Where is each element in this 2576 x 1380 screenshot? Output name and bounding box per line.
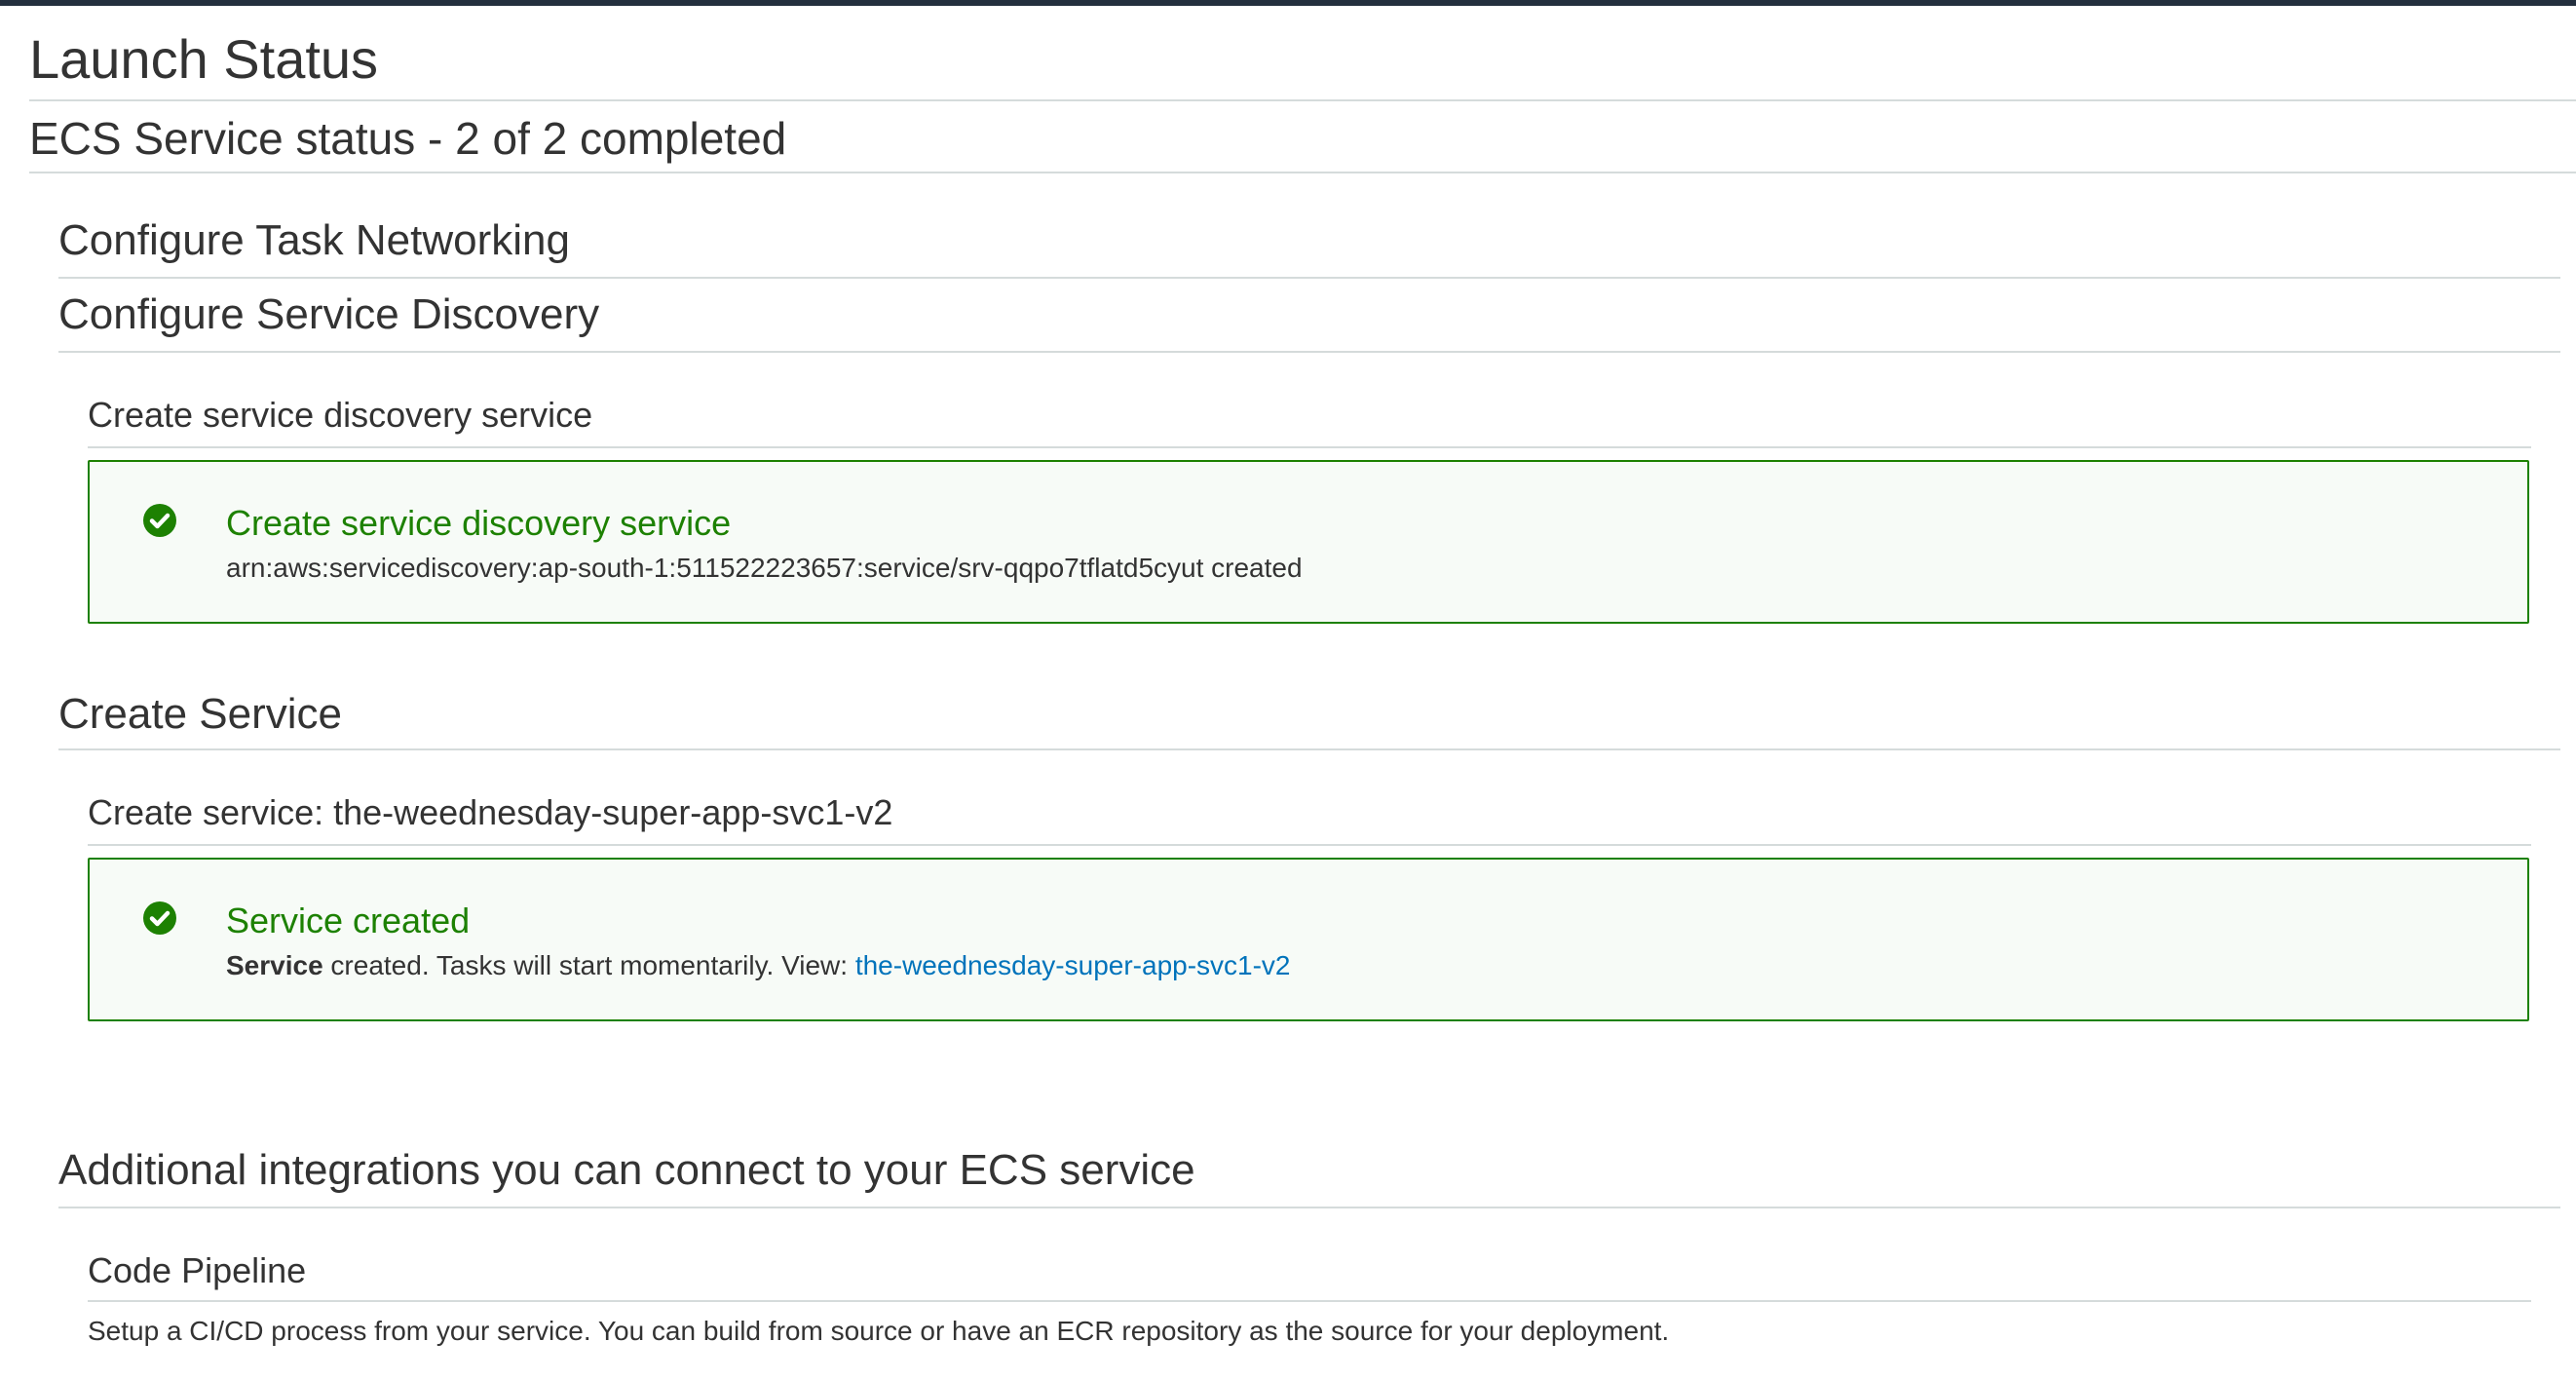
service-link[interactable]: the-weednesday-super-app-svc1-v2 bbox=[855, 950, 1291, 980]
alert-message-text: created. Tasks will start momentarily. V… bbox=[322, 950, 855, 980]
task-networking-divider bbox=[58, 277, 2560, 279]
code-pipeline-heading: Code Pipeline bbox=[88, 1250, 307, 1290]
create-service-heading: Create Service bbox=[58, 690, 343, 738]
service-status-heading: ECS Service status - 2 of 2 completed bbox=[29, 113, 787, 164]
page-title-divider bbox=[29, 99, 2576, 101]
service-discovery-step-divider bbox=[88, 446, 2531, 448]
status-divider bbox=[29, 172, 2576, 173]
service-created-success-alert: Service created Service created. Tasks w… bbox=[88, 858, 2529, 1021]
service-discovery-step-title: Create service discovery service bbox=[88, 395, 593, 435]
service-discovery-success-alert: Create service discovery service arn:aws… bbox=[88, 460, 2529, 624]
create-service-step-divider bbox=[88, 844, 2531, 846]
top-bar bbox=[0, 0, 2576, 6]
integrations-divider bbox=[58, 1207, 2560, 1208]
alert-message: Service created. Tasks will start moment… bbox=[226, 949, 1291, 982]
code-pipeline-divider bbox=[88, 1300, 2531, 1302]
check-circle-icon bbox=[143, 901, 176, 935]
alert-title: Create service discovery service bbox=[226, 503, 732, 543]
integrations-heading: Additional integrations you can connect … bbox=[58, 1146, 1195, 1194]
alert-title: Service created bbox=[226, 901, 471, 940]
service-discovery-divider bbox=[58, 351, 2560, 353]
service-discovery-heading: Configure Service Discovery bbox=[58, 290, 600, 338]
create-service-step-title: Create service: the-weednesday-super-app… bbox=[88, 792, 893, 832]
page-title: Launch Status bbox=[29, 28, 379, 90]
create-service-divider bbox=[58, 748, 2560, 750]
alert-message: arn:aws:servicediscovery:ap-south-1:5115… bbox=[226, 553, 1303, 583]
code-pipeline-description: Setup a CI/CD process from your service.… bbox=[88, 1316, 1670, 1346]
task-networking-heading: Configure Task Networking bbox=[58, 216, 570, 264]
check-circle-icon bbox=[143, 504, 176, 537]
alert-message-bold: Service bbox=[226, 950, 323, 980]
